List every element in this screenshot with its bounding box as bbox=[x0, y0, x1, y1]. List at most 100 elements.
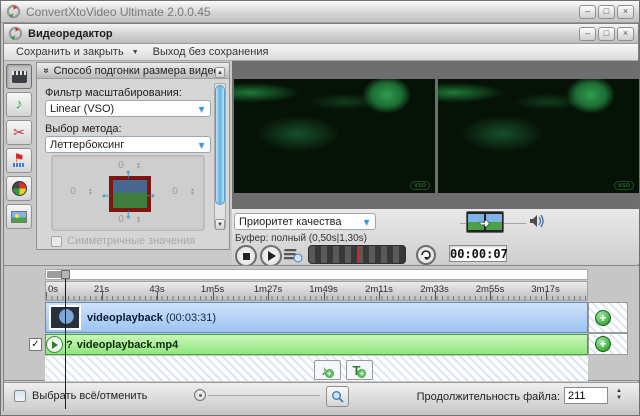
workarea: ♪ ✂ ⚑ » Способ подгонки размера видео Фи… bbox=[4, 61, 639, 267]
stop-icon bbox=[242, 252, 250, 260]
video-settings-button[interactable] bbox=[6, 64, 32, 89]
audio-track-play-button[interactable] bbox=[46, 336, 63, 353]
quality-priority-value: Приоритет качества bbox=[239, 215, 342, 228]
editor-minimize-button[interactable]: – bbox=[579, 26, 596, 41]
add-audio-cell: + bbox=[588, 333, 628, 355]
loop-icon bbox=[421, 250, 431, 260]
timeline-zoom-slider[interactable] bbox=[208, 394, 320, 396]
buffer-status: Буфер: полный (0,50s|1,30s) bbox=[235, 233, 367, 244]
video-clip-label: videoplayback (00:03:31) bbox=[87, 312, 216, 324]
spin-down-icon[interactable]: ▼ bbox=[190, 191, 195, 196]
select-all-checkbox[interactable] bbox=[14, 390, 26, 402]
close-button[interactable]: × bbox=[617, 4, 634, 19]
pad-left-stepper[interactable]: 0 ▲ ▼ bbox=[60, 186, 93, 197]
pad-left-value: 0 bbox=[70, 186, 76, 197]
expand-right-icon: → bbox=[144, 186, 157, 201]
time-display: 00:00:07 bbox=[449, 245, 508, 262]
video-track-clip[interactable]: videoplayback (00:03:31) bbox=[45, 302, 588, 333]
panel-header-label: Способ подгонки размера видео bbox=[53, 64, 220, 77]
menubar: Сохранить и закрыть ▼ Выход без сохранен… bbox=[4, 44, 638, 61]
spin-down-icon[interactable]: ▼ bbox=[616, 395, 622, 402]
expand-down-icon: ↓ bbox=[125, 206, 132, 221]
spin-down-icon[interactable]: ▼ bbox=[136, 219, 141, 224]
ruler-tick-mark bbox=[490, 292, 491, 300]
select-all-option[interactable]: Выбрать всё/отменить bbox=[14, 390, 147, 402]
symmetric-values-option[interactable]: Симметричные значения bbox=[51, 235, 195, 247]
color-adjust-button[interactable] bbox=[6, 176, 32, 201]
add-audio-clip-button[interactable]: + bbox=[595, 336, 611, 352]
ruler-tick-mark bbox=[157, 292, 158, 300]
spin-up-icon[interactable]: ▲ bbox=[616, 388, 622, 395]
audio-clip-name: videoplayback.mp4 bbox=[76, 338, 179, 351]
timeline-scrollbar[interactable] bbox=[45, 269, 588, 280]
add-text-button[interactable]: T + bbox=[346, 360, 373, 380]
quality-priority-select[interactable]: Приоритет качества ▼ bbox=[234, 213, 376, 230]
ruler-tick-mark bbox=[434, 292, 436, 300]
flag-icon: ⚑ bbox=[13, 151, 25, 165]
editor-window: Видеоредактор – □ × Сохранить и закрыть … bbox=[3, 23, 639, 411]
tool-iconbar: ♪ ✂ ⚑ bbox=[6, 64, 34, 229]
padding-control: 0 ▲ ▼ 0 ▲ ▼ 0 ▲ ▼ 0 ▲ ▼ ↑ ↓ ← → bbox=[51, 155, 205, 231]
menu-save-close[interactable]: Сохранить и закрыть bbox=[10, 45, 130, 59]
add-clip-column: + + bbox=[588, 302, 628, 355]
chapter-bars-icon bbox=[13, 163, 25, 167]
dropdown-arrow-icon: ▼ bbox=[197, 139, 206, 150]
zoom-button[interactable] bbox=[326, 386, 349, 407]
film-options-button[interactable] bbox=[284, 247, 304, 263]
panel-scroll-thumb[interactable] bbox=[215, 85, 225, 205]
select-all-label: Выбрать всё/отменить bbox=[32, 390, 148, 402]
resize-settings-panel: » Способ подгонки размера видео Фильтр м… bbox=[36, 62, 230, 250]
editor-close-button[interactable]: × bbox=[617, 26, 634, 41]
playback-controls: Приоритет качества ▼ ➜ Буфер: полный (0,… bbox=[232, 209, 639, 267]
play-icon bbox=[268, 251, 276, 261]
menu-exit-no-save[interactable]: Выход без сохранения bbox=[147, 45, 275, 59]
loop-button[interactable] bbox=[416, 245, 436, 265]
scissors-icon: ✂ bbox=[13, 124, 25, 140]
duration-label: Продолжительность файла: bbox=[416, 391, 560, 403]
play-button[interactable] bbox=[260, 245, 282, 267]
audio-track-enabled-checkbox[interactable]: ✓ bbox=[29, 338, 42, 351]
pad-right-stepper[interactable]: 0 ▲ ▼ bbox=[162, 186, 195, 197]
filter-label: Фильтр масштабирования: bbox=[45, 87, 182, 99]
cut-button[interactable]: ✂ bbox=[6, 120, 32, 145]
ruler[interactable]: 0s 21s 43s 1m5s 1m27s 1m49s 2m11s 2m33s 2m55s 3m1… bbox=[45, 281, 588, 301]
menu-save-dropdown-icon[interactable]: ▼ bbox=[132, 49, 139, 56]
expand-up-icon: ↑ bbox=[125, 166, 132, 181]
speaker-icon[interactable] bbox=[528, 213, 548, 229]
pad-right-value: 0 bbox=[172, 186, 178, 197]
image-settings-button[interactable] bbox=[6, 204, 32, 229]
audio-settings-button[interactable]: ♪ bbox=[6, 92, 32, 117]
scaling-filter-value: Linear (VSO) bbox=[50, 102, 115, 115]
method-select[interactable]: Леттербоксинг ▼ bbox=[45, 136, 211, 153]
jog-shuttle-bar[interactable] bbox=[308, 245, 406, 264]
stop-button[interactable] bbox=[235, 245, 257, 267]
panel-scrollbar[interactable]: ▲ ▼ bbox=[214, 67, 226, 230]
panel-header[interactable]: » Способ подгонки размера видео bbox=[37, 63, 229, 79]
maximize-button[interactable]: □ bbox=[598, 4, 615, 19]
method-label: Выбор метода: bbox=[45, 123, 122, 135]
scroll-up-icon[interactable]: ▲ bbox=[215, 67, 225, 78]
playhead-handle[interactable] bbox=[61, 270, 70, 279]
symmetric-checkbox[interactable] bbox=[51, 235, 62, 247]
add-video-clip-button[interactable]: + bbox=[595, 309, 611, 326]
minimize-button[interactable]: – bbox=[579, 4, 596, 19]
chapters-button[interactable]: ⚑ bbox=[6, 148, 32, 173]
save-frame-button[interactable]: ➜ bbox=[466, 211, 504, 233]
audio-track-clip[interactable]: ? videoplayback.mp4 bbox=[45, 334, 588, 355]
timeline-zoom-handle[interactable] bbox=[194, 389, 206, 401]
editor-maximize-button[interactable]: □ bbox=[598, 26, 615, 41]
scaling-filter-select[interactable]: Linear (VSO) ▼ bbox=[45, 100, 211, 117]
app-window: ConvertXtoVideo Ultimate 2.0.0.45 – □ × … bbox=[0, 0, 640, 416]
spin-down-icon[interactable]: ▼ bbox=[88, 191, 93, 196]
add-video-cell: + bbox=[588, 302, 628, 333]
duration-input[interactable] bbox=[564, 387, 608, 404]
preview-frame-left: vso bbox=[234, 79, 435, 193]
add-audio-button[interactable]: ♪ + bbox=[314, 360, 341, 380]
method-value: Леттербоксинг bbox=[50, 138, 125, 151]
scroll-down-icon[interactable]: ▼ bbox=[215, 219, 225, 230]
duration-stepper[interactable]: ▲ ▼ bbox=[616, 388, 622, 402]
spin-down-icon[interactable]: ▼ bbox=[136, 165, 141, 170]
ruler-tick-mark bbox=[545, 292, 547, 300]
plus-icon: + bbox=[324, 368, 334, 378]
timeline: 0s 21s 43s 1m5s 1m27s 1m49s 2m11s 2m33s 2m55s 3m1… bbox=[4, 265, 639, 409]
